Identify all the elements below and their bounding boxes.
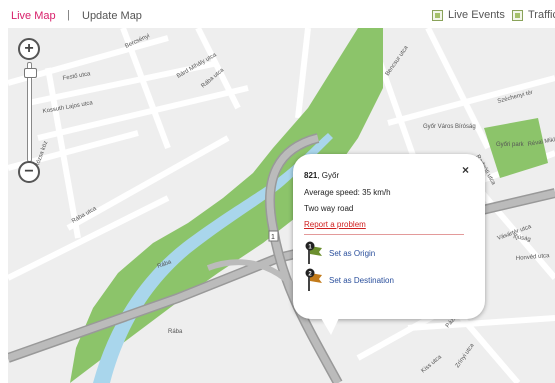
zoom-in-button[interactable]: + xyxy=(18,38,40,60)
traffic-label: Traffic xyxy=(528,9,555,21)
top-bar: Live Map | Update Map Live Events Traffi… xyxy=(0,0,555,28)
plus-circle-icon: + xyxy=(24,40,34,57)
flag-origin-icon: 1 xyxy=(305,241,325,265)
minus-circle-icon: − xyxy=(24,163,34,180)
zoom-slider-handle[interactable] xyxy=(24,68,37,79)
tab-separator: | xyxy=(67,9,70,21)
zoom-out-button[interactable]: − xyxy=(18,161,40,183)
set-origin-label: Set as Origin xyxy=(329,248,376,258)
report-problem-link[interactable]: Report a problem xyxy=(304,220,366,229)
live-events-label: Live Events xyxy=(448,9,505,21)
live-events-toggle[interactable]: Live Events xyxy=(432,9,505,21)
traffic-toggle[interactable]: Traffic xyxy=(512,9,555,21)
road-info-popup: × 821, Győr Average speed: 35 km/h Two w… xyxy=(293,154,485,335)
live-events-checkbox[interactable] xyxy=(432,9,443,21)
tab-live-map[interactable]: Live Map xyxy=(11,10,56,22)
tab-update-map[interactable]: Update Map xyxy=(82,10,142,22)
set-destination-label: Set as Destination xyxy=(329,275,394,285)
road-type: Two way road xyxy=(304,204,354,213)
average-speed: Average speed: 35 km/h xyxy=(304,188,391,197)
road-number: 821 xyxy=(304,171,318,180)
street-label: Győri park xyxy=(496,142,525,148)
road-title: 821, Győr xyxy=(304,171,339,180)
set-origin-button[interactable]: 1 Set as Origin xyxy=(305,241,375,265)
close-icon[interactable]: × xyxy=(462,163,469,177)
street-label: Rába xyxy=(168,329,183,335)
road-shield-number: 1 xyxy=(271,234,275,241)
road-city: , Győr xyxy=(317,171,340,180)
street-label: Győr Város Bíróság xyxy=(423,124,476,130)
zoom-control: + − xyxy=(18,38,42,188)
set-destination-button[interactable]: 2 Set as Destination xyxy=(305,268,394,292)
popup-divider xyxy=(304,234,464,235)
traffic-checkbox[interactable] xyxy=(512,9,523,21)
popup-pointer xyxy=(321,318,339,335)
flag-destination-icon: 2 xyxy=(305,268,325,292)
